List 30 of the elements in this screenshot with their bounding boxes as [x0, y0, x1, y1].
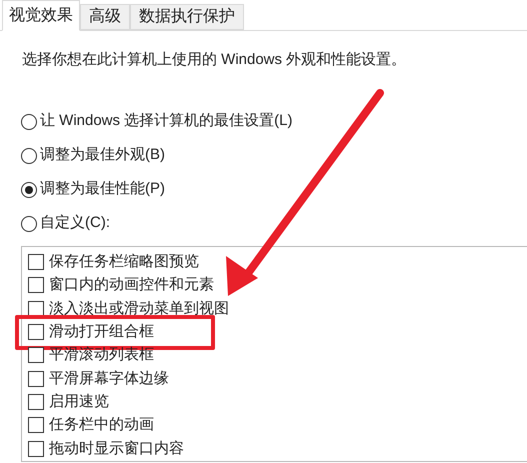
tab[interactable]: 高级: [80, 4, 130, 30]
setting-label: 任务栏中的动画: [49, 415, 154, 436]
description-text: 选择你想在此计算机上使用的 Windows 外观和性能设置。: [22, 50, 408, 70]
checkbox[interactable]: [28, 277, 44, 294]
checkbox[interactable]: [28, 324, 44, 340]
option-label: 调整为最佳性能(P): [40, 179, 165, 200]
option-label: 让 Windows 选择计算机的最佳设置(L): [40, 111, 293, 132]
option-label: 自定义(C):: [40, 213, 110, 234]
tab[interactable]: 视觉效果: [2, 0, 80, 31]
option-label: 调整为最佳外观(B): [40, 145, 165, 166]
setting-label: 启用速览: [49, 392, 109, 412]
radio-button[interactable]: [21, 216, 37, 232]
checkbox[interactable]: [28, 370, 44, 387]
radio-button[interactable]: [21, 182, 37, 198]
radio-button[interactable]: [21, 148, 37, 164]
checkbox[interactable]: [28, 300, 44, 317]
setting-label: 保存任务栏缩略图预览: [49, 252, 199, 272]
tab[interactable]: 数据执行保护: [130, 4, 244, 30]
setting-label: 滑动打开组合框: [49, 322, 154, 342]
checkbox[interactable]: [28, 417, 44, 434]
setting-label: 平滑滚动列表框: [49, 345, 154, 366]
setting-label: 拖动时显示窗口内容: [49, 438, 184, 459]
checkbox[interactable]: [28, 440, 44, 457]
checkbox[interactable]: [28, 254, 44, 270]
checkbox[interactable]: [28, 347, 44, 364]
setting-label: 淡入淡出或滑动菜单到视图: [49, 298, 229, 319]
setting-label: 平滑屏幕字体边缘: [49, 368, 169, 389]
setting-label: 窗口内的动画控件和元素: [49, 275, 214, 296]
radio-button[interactable]: [21, 114, 37, 130]
checkbox[interactable]: [28, 394, 44, 410]
